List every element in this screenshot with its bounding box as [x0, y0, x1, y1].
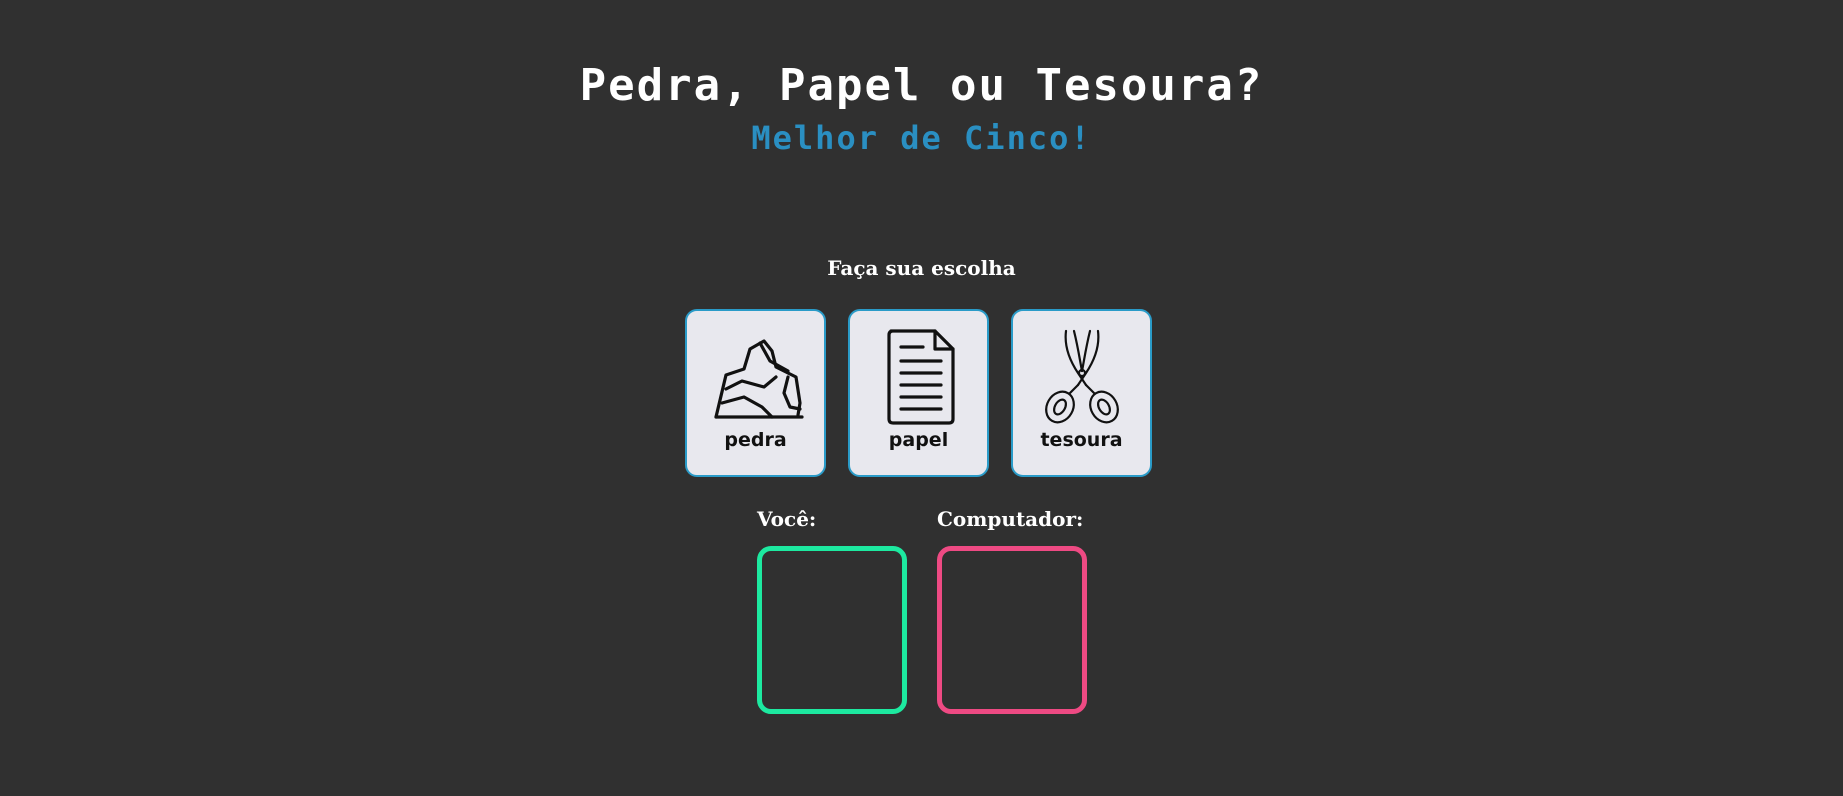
scissors-icon — [1032, 327, 1132, 427]
rock-icon — [706, 327, 806, 427]
page-subtitle: Melhor de Cinco! — [751, 119, 1092, 157]
scissors-button[interactable]: tesoura — [1011, 309, 1152, 477]
player-label: Você: — [757, 507, 817, 531]
paper-label: papel — [888, 429, 949, 451]
rock-button[interactable]: pedra — [685, 309, 826, 477]
computer-choice-slot — [937, 546, 1087, 714]
choice-prompt: Faça sua escolha — [827, 256, 1016, 280]
paper-document-icon — [869, 327, 969, 427]
player-choice-slot — [757, 546, 907, 714]
computer-label: Computador: — [937, 507, 1084, 531]
scissors-label: tesoura — [1040, 429, 1123, 451]
rock-label: pedra — [724, 429, 787, 451]
choice-buttons: pedra papel tesoura — [685, 309, 1152, 477]
page-title: Pedra, Papel ou Tesoura? — [579, 60, 1264, 111]
paper-button[interactable]: papel — [848, 309, 989, 477]
